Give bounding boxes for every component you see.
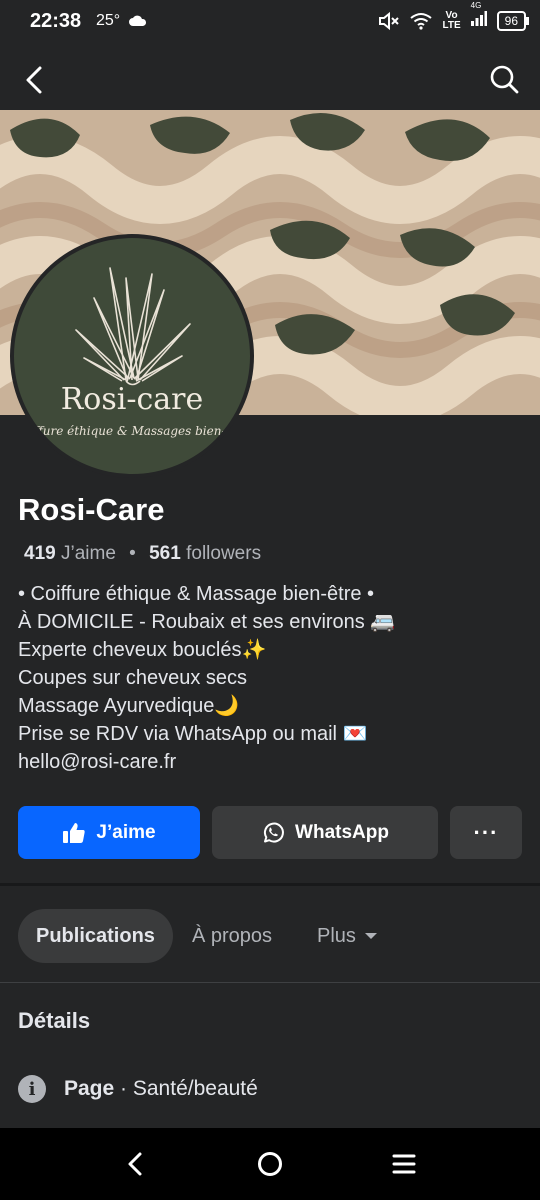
mute-icon (379, 11, 400, 30)
whatsapp-button[interactable]: WhatsApp (212, 806, 438, 859)
section-divider (0, 883, 540, 886)
bio-line: Coupes sur cheveux secs (18, 667, 248, 689)
likes-count: 419 (24, 543, 56, 564)
detail-separator: · (114, 1077, 133, 1100)
page-stats: 419 J’aime • 561 followers (24, 543, 261, 565)
status-temperature: 25° (96, 12, 147, 30)
info-icon: i (18, 1075, 46, 1103)
followers-count: 561 (149, 543, 181, 564)
bio-line: À DOMICILE - Roubaix et ses environs 🚐 (18, 611, 396, 633)
tab-more[interactable]: Plus (317, 909, 378, 963)
cloud-icon (128, 15, 146, 26)
system-navigation-bar (0, 1128, 540, 1200)
detail-text: Page · Santé/beauté (64, 1077, 258, 1101)
system-back-button[interactable] (118, 1146, 154, 1182)
detail-page-category: i Page · Santé/beauté (18, 1072, 258, 1106)
bio-email-link[interactable]: hello@rosi-care.fr (18, 748, 528, 776)
more-dots-icon: ··· (473, 819, 499, 845)
battery-indicator: 96 (496, 10, 530, 31)
caret-down-icon (364, 933, 377, 939)
search-button[interactable] (486, 62, 522, 98)
arrow-left-icon (26, 66, 42, 94)
likes-label[interactable]: J’aime (61, 543, 116, 564)
signal-icon (470, 11, 487, 26)
aloe-plant-icon (75, 267, 191, 386)
wifi-icon (410, 12, 433, 30)
detail-page-label: Page (64, 1077, 115, 1100)
thumbs-up-icon (63, 822, 86, 843)
status-time: 22:38 (30, 10, 82, 32)
tab-publications-label: Publications (36, 924, 155, 947)
tab-about-label: À propos (192, 924, 273, 947)
tab-about[interactable]: À propos (192, 909, 272, 963)
tab-publications[interactable]: Publications (18, 909, 173, 963)
page-title: Rosi-Care (18, 492, 165, 527)
avatar[interactable]: Rosi-care Coiffure éthique & Massages bi… (14, 238, 250, 474)
whatsapp-button-label: WhatsApp (295, 821, 389, 843)
bio-line: Experte cheveux bouclés✨ (18, 639, 267, 661)
bio-line: Massage Ayurvedique🌙 (18, 695, 240, 717)
system-home-button[interactable] (252, 1146, 288, 1182)
like-button-label: J’aime (96, 821, 156, 843)
tab-more-label: Plus (317, 924, 356, 947)
bio-line: Prise se RDV via WhatsApp ou mail 💌 (18, 723, 368, 745)
like-button[interactable]: J’aime (18, 806, 200, 859)
whatsapp-icon (263, 822, 284, 843)
home-circle-icon (258, 1152, 282, 1176)
bio-line: • Coiffure éthique & Massage bien-être • (18, 583, 375, 605)
status-icons: Vo LTE 4G 96 (378, 1, 530, 31)
detail-category: Santé/beauté (132, 1077, 258, 1100)
avatar-brand-text: Rosi-care (60, 382, 204, 417)
avatar-tagline: Coiffure éthique & Massages bien-être (14, 424, 250, 438)
menu-icon (392, 1154, 416, 1174)
tabs-divider (0, 982, 540, 983)
search-icon (490, 65, 519, 94)
signal-indicator: 4G (470, 1, 487, 31)
stats-separator: • (129, 543, 136, 564)
system-menu-button[interactable] (386, 1146, 422, 1182)
status-bar: 22:38 25° Vo LTE 4G 96 (0, 0, 540, 48)
volte-indicator: Vo LTE (442, 9, 461, 31)
chevron-left-icon (128, 1152, 142, 1176)
back-button[interactable] (18, 62, 54, 98)
top-navigation (0, 48, 540, 110)
more-options-button[interactable]: ··· (450, 806, 522, 859)
followers-label[interactable]: followers (186, 543, 261, 564)
details-heading: Détails (18, 1008, 91, 1033)
page-bio: • Coiffure éthique & Massage bien-être •… (18, 580, 528, 776)
